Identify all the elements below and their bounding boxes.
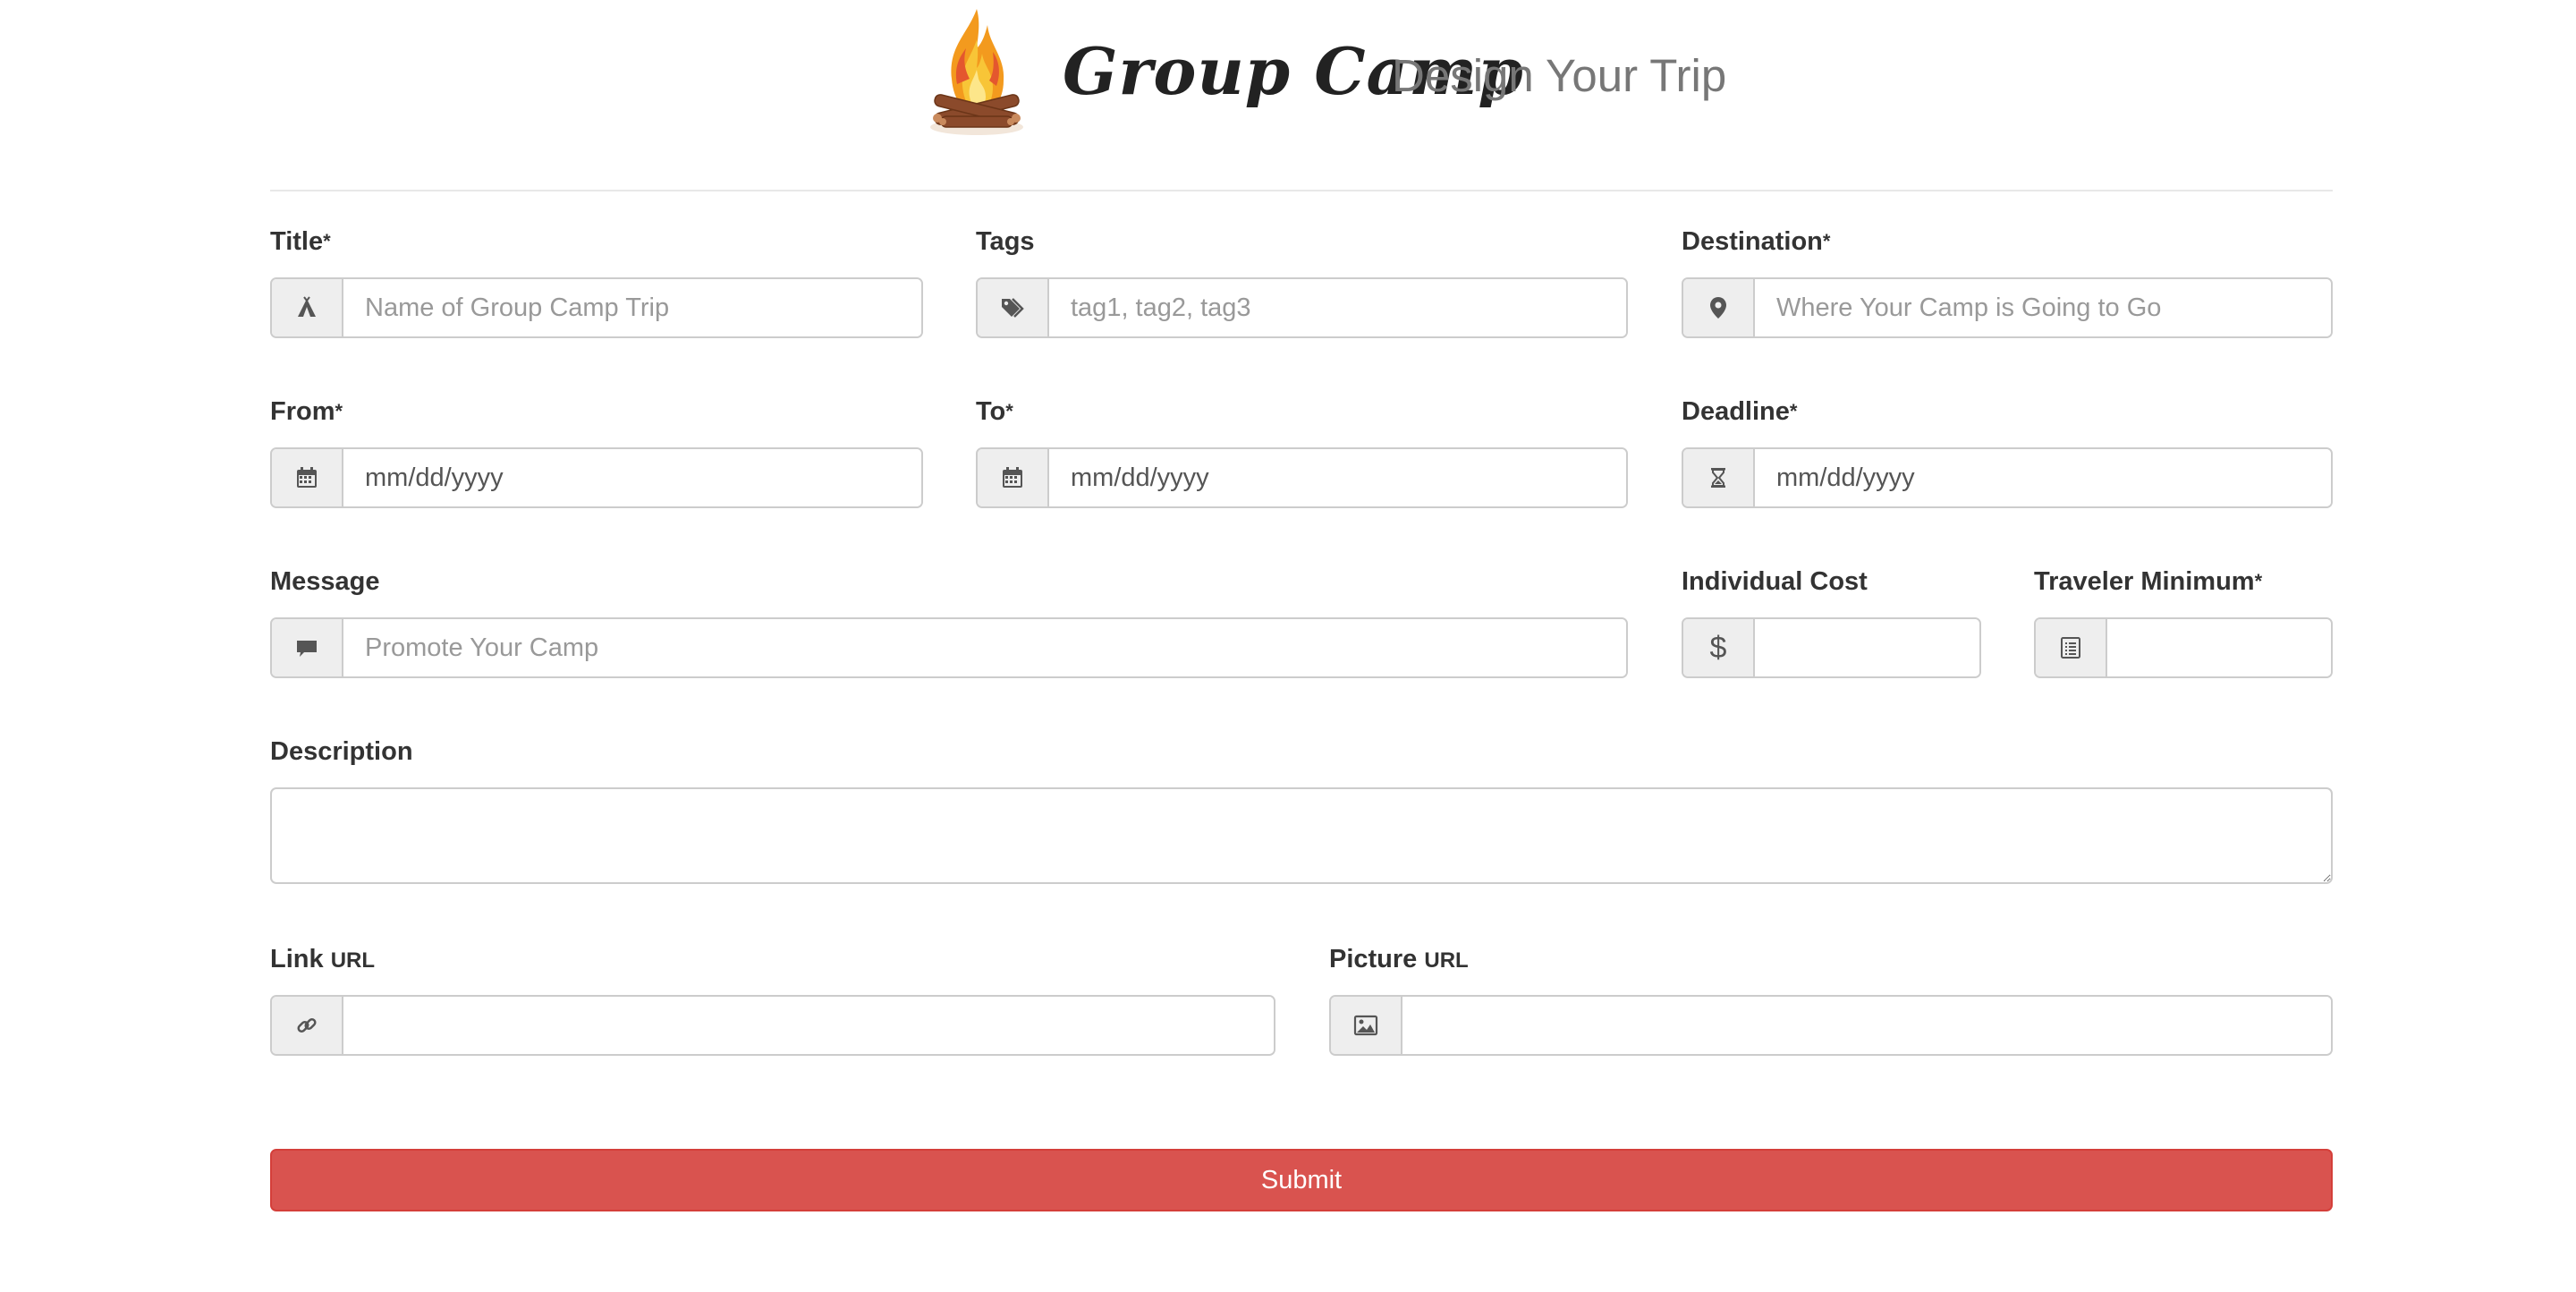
message-input-group <box>270 617 1628 678</box>
from-date-input[interactable] <box>343 449 921 506</box>
page-header: Group Camp Design Your Trip <box>0 0 2576 152</box>
traveler-minimum-label: Traveler Minimum* <box>2034 567 2263 596</box>
from-label: From* <box>270 397 343 426</box>
individual-cost-field: Individual Cost $ <box>1682 564 1981 680</box>
calendar-icon <box>978 449 1049 506</box>
picture-url-input[interactable] <box>1402 997 2331 1054</box>
page-tagline: Design Your Trip <box>1392 50 1727 101</box>
picture-url-input-group <box>1329 995 2333 1056</box>
individual-cost-label: Individual Cost <box>1682 567 1868 596</box>
tags-input-group <box>976 277 1628 338</box>
description-field: Description <box>270 734 2333 886</box>
to-field: To* <box>976 394 1628 510</box>
from-field: From* <box>270 394 923 510</box>
link-url-input-group <box>270 995 1275 1056</box>
traveler-minimum-input-group <box>2034 617 2333 678</box>
destination-field: Destination* <box>1682 224 2333 340</box>
picture-url-label: Picture URL <box>1329 945 1469 973</box>
comment-icon <box>272 619 343 676</box>
deadline-date-input[interactable] <box>1755 449 2331 506</box>
link-url-input[interactable] <box>343 997 1274 1054</box>
to-date-input[interactable] <box>1049 449 1626 506</box>
message-field: Message <box>270 564 1628 680</box>
title-input[interactable] <box>343 279 921 336</box>
traveler-minimum-field: Traveler Minimum* <box>2034 564 2333 680</box>
description-textarea[interactable] <box>270 787 2333 884</box>
hourglass-icon <box>1683 449 1755 506</box>
picture-icon <box>1331 997 1402 1054</box>
title-label: Title* <box>270 227 331 256</box>
title-field: Title* <box>270 224 923 340</box>
deadline-label: Deadline* <box>1682 397 1798 426</box>
individual-cost-input-group: $ <box>1682 617 1981 678</box>
destination-input[interactable] <box>1755 279 2331 336</box>
traveler-minimum-input[interactable] <box>2107 619 2331 676</box>
tent-icon <box>272 279 343 336</box>
message-input[interactable] <box>343 619 1626 676</box>
design-trip-page: Group Camp Design Your Trip Title* Tags … <box>0 0 2576 1292</box>
title-input-group <box>270 277 923 338</box>
description-label: Description <box>270 737 413 766</box>
header-divider <box>270 190 2333 191</box>
individual-cost-input[interactable] <box>1755 619 1979 676</box>
link-url-label: Link URL <box>270 945 376 973</box>
destination-input-group <box>1682 277 2333 338</box>
link-icon <box>272 997 343 1054</box>
tags-input[interactable] <box>1049 279 1626 336</box>
to-label: To* <box>976 397 1013 426</box>
dollar-icon: $ <box>1683 619 1755 676</box>
tags-field: Tags <box>976 224 1628 340</box>
from-input-group <box>270 447 923 508</box>
picture-url-field: Picture URL <box>1329 941 2333 1058</box>
list-icon <box>2036 619 2107 676</box>
tags-label: Tags <box>976 227 1035 256</box>
tags-icon <box>978 279 1049 336</box>
deadline-input-group <box>1682 447 2333 508</box>
to-input-group <box>976 447 1628 508</box>
calendar-icon <box>272 449 343 506</box>
submit-button[interactable]: Submit <box>270 1149 2333 1211</box>
message-label: Message <box>270 567 380 596</box>
link-url-field: Link URL <box>270 941 1275 1058</box>
deadline-field: Deadline* <box>1682 394 2333 510</box>
campfire-logo-icon <box>930 9 1023 135</box>
map-marker-icon <box>1683 279 1755 336</box>
destination-label: Destination* <box>1682 227 1831 256</box>
